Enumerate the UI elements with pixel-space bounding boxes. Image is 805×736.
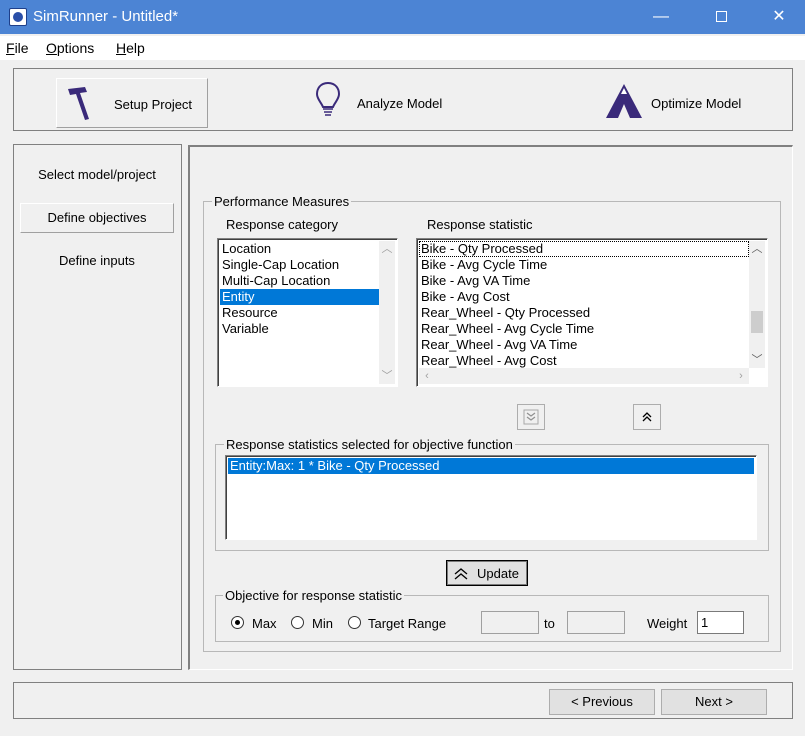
mountain-icon xyxy=(606,84,642,118)
scroll-down-icon[interactable]: ﹀ xyxy=(379,368,395,384)
add-statistic-button[interactable] xyxy=(517,404,545,430)
min-label: Min xyxy=(312,616,333,631)
left-navigation: Select model/project Define objectives D… xyxy=(13,144,182,670)
scroll-up-icon[interactable]: ︿ xyxy=(379,241,395,257)
list-item[interactable]: Location xyxy=(220,241,379,257)
scroll-left-icon[interactable]: ‹ xyxy=(419,368,435,384)
nav-define-objectives[interactable]: Define objectives xyxy=(20,203,174,233)
selected-statistics-title: Response statistics selected for objecti… xyxy=(224,437,515,452)
optimize-model-label: Optimize Model xyxy=(651,96,742,111)
list-item[interactable]: Entity:Max: 1 * Bike - Qty Processed xyxy=(228,458,754,474)
list-item[interactable]: Bike - Avg VA Time xyxy=(419,273,749,289)
response-category-label: Response category xyxy=(226,217,339,232)
double-chevron-up-icon xyxy=(454,568,468,580)
target-range-low-input[interactable] xyxy=(481,611,539,634)
list-item[interactable]: Bike - Avg Cost xyxy=(419,289,749,305)
list-item[interactable]: Bike - Avg Cycle Time xyxy=(419,257,749,273)
maximize-icon xyxy=(715,11,727,23)
list-item[interactable]: Rear_Wheel - Qty Processed xyxy=(419,305,749,321)
lightbulb-icon xyxy=(315,81,341,116)
min-radio[interactable] xyxy=(291,616,304,629)
selected-statistics-list[interactable]: Entity:Max: 1 * Bike - Qty Processed xyxy=(225,455,757,540)
weight-label: Weight xyxy=(647,616,688,631)
scroll-up-icon[interactable]: ︿ xyxy=(749,241,765,257)
list-item[interactable]: Resource xyxy=(220,305,379,321)
nav-select-model[interactable]: Select model/project xyxy=(20,167,174,182)
list-item[interactable]: Variable xyxy=(220,321,379,337)
menu-help[interactable]: Help xyxy=(116,40,145,56)
setup-project-button[interactable]: Setup Project xyxy=(56,78,208,128)
double-chevron-down-icon xyxy=(523,409,539,425)
analyze-model-button[interactable]: Analyze Model xyxy=(310,78,460,128)
list-item[interactable]: Single-Cap Location xyxy=(220,257,379,273)
analyze-model-label: Analyze Model xyxy=(357,96,443,111)
remove-statistic-button[interactable] xyxy=(633,404,661,430)
performance-measures-title: Performance Measures xyxy=(212,194,352,209)
scroll-down-icon[interactable]: ﹀ xyxy=(749,352,765,368)
setup-project-label: Setup Project xyxy=(114,97,193,112)
response-category-list[interactable]: Location Single-Cap Location Multi-Cap Loc… xyxy=(217,238,398,387)
double-chevron-up-icon xyxy=(642,412,652,422)
maximize-button[interactable] xyxy=(692,0,750,34)
window-title: SimRunner - Untitled* xyxy=(33,8,179,25)
close-button[interactable]: ✕ xyxy=(750,0,805,34)
max-radio[interactable] xyxy=(231,616,244,629)
optimize-model-button[interactable]: Optimize Model xyxy=(602,78,772,128)
menu-options[interactable]: Options xyxy=(46,40,94,56)
max-label: Max xyxy=(252,616,277,631)
statistic-vscrollbar[interactable]: ︿ ﹀ xyxy=(749,241,765,368)
scroll-thumb[interactable] xyxy=(751,311,763,333)
hammer-icon xyxy=(68,87,89,120)
statistic-hscrollbar[interactable]: ‹ › xyxy=(419,368,749,384)
response-statistic-list[interactable]: Bike - Qty Processed Bike - Avg Cycle Tim… xyxy=(416,238,768,387)
minimize-icon: — xyxy=(653,8,669,25)
menu-bar: File Options Help xyxy=(0,36,805,60)
app-icon xyxy=(9,8,27,26)
list-item[interactable]: Bike - Qty Processed xyxy=(419,241,749,257)
target-range-radio[interactable] xyxy=(348,616,361,629)
main-toolbar: Setup Project Analyze Model Optimize Mod… xyxy=(13,68,793,131)
menu-file[interactable]: File xyxy=(6,40,29,56)
list-item[interactable]: Entity xyxy=(220,289,379,305)
weight-input[interactable]: 1 xyxy=(697,611,744,634)
close-icon: ✕ xyxy=(772,8,786,25)
category-vscrollbar[interactable]: ︿ ﹀ xyxy=(379,241,395,384)
next-button[interactable]: Next > xyxy=(661,689,767,715)
title-bar: SimRunner - Untitled* — ✕ xyxy=(0,0,805,34)
nav-define-inputs[interactable]: Define inputs xyxy=(20,253,174,268)
minimize-button[interactable]: — xyxy=(632,0,690,34)
response-statistic-label: Response statistic xyxy=(427,217,533,232)
target-range-high-input[interactable] xyxy=(567,611,625,634)
list-item[interactable]: Rear_Wheel - Avg VA Time xyxy=(419,337,749,353)
target-range-label: Target Range xyxy=(368,616,447,631)
objective-title: Objective for response statistic xyxy=(223,588,405,603)
scroll-right-icon[interactable]: › xyxy=(733,368,749,384)
update-button[interactable]: Update xyxy=(446,560,528,586)
list-item[interactable]: Rear_Wheel - Avg Cycle Time xyxy=(419,321,749,337)
previous-button[interactable]: < Previous xyxy=(549,689,655,715)
update-label: Update xyxy=(477,566,519,581)
to-label: to xyxy=(544,616,555,631)
list-item[interactable]: Multi-Cap Location xyxy=(220,273,379,289)
list-item[interactable]: Rear_Wheel - Avg Cost xyxy=(419,353,749,369)
